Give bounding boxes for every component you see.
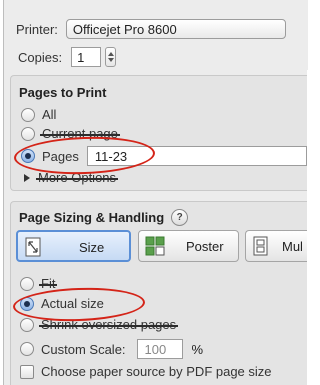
choose-paper-row[interactable]: Choose paper source by PDF page size <box>20 364 272 379</box>
help-icon[interactable]: ? <box>171 209 189 226</box>
copies-value: 1 <box>77 49 85 65</box>
size-icon <box>25 237 41 257</box>
poster-mode-button[interactable]: Poster <box>138 230 239 262</box>
radio-all[interactable] <box>21 107 35 122</box>
radio-current-page[interactable] <box>21 126 35 141</box>
printer-label: Printer: <box>16 21 58 37</box>
multiple-icon <box>253 236 268 256</box>
size-mode-label: Size <box>79 240 105 255</box>
dialog-header: Printer: Officejet Pro 8600 Copies: 1 <box>4 0 308 70</box>
radio-pages[interactable] <box>21 149 35 163</box>
disclosure-triangle-icon[interactable] <box>24 173 30 182</box>
radio-actual-size-label: Actual size <box>41 296 104 311</box>
more-options-label: More Options <box>35 170 119 185</box>
radio-shrink-row[interactable]: Shrink oversized pages <box>20 317 179 332</box>
choose-paper-label: Choose paper source by PDF page size <box>41 364 272 379</box>
custom-scale-value: 100 <box>144 341 167 357</box>
radio-current-page-label: Current page <box>40 126 120 141</box>
radio-shrink-label: Shrink oversized pages <box>38 317 179 332</box>
multiple-mode-label: Mul <box>282 239 303 254</box>
copies-label: Copies: <box>18 49 63 65</box>
radio-all-row[interactable]: All <box>21 107 56 122</box>
radio-actual-row[interactable]: Actual size <box>20 296 104 311</box>
page-sizing-title: Page Sizing & Handling <box>19 210 165 225</box>
printer-row: Printer: Officejet Pro 8600 <box>16 19 286 39</box>
more-options-row[interactable]: More Options <box>24 170 119 185</box>
radio-actual-size[interactable] <box>20 296 34 311</box>
pages-to-print-title: Pages to Print <box>19 85 107 100</box>
poster-icon <box>145 236 165 256</box>
radio-pages-row[interactable]: Pages 11-23 <box>21 146 307 166</box>
copies-stepper[interactable] <box>105 47 117 67</box>
choose-paper-checkbox[interactable] <box>20 364 34 379</box>
copies-field[interactable]: 1 <box>71 47 102 67</box>
radio-custom-scale-label: Custom Scale: <box>41 341 126 357</box>
radio-custom-row[interactable]: Custom Scale: 100 % <box>20 339 203 359</box>
radio-custom-scale[interactable] <box>20 342 34 356</box>
radio-all-label: All <box>42 107 57 122</box>
pages-range-input[interactable]: 11-23 <box>86 146 307 166</box>
custom-scale-input[interactable]: 100 <box>136 339 183 359</box>
size-mode-button[interactable]: Size <box>16 230 131 262</box>
pages-to-print-box: Pages to Print All Current page Pages 11… <box>10 75 307 191</box>
percent-label: % <box>191 341 204 357</box>
radio-pages-label: Pages <box>42 148 79 164</box>
page-sizing-header: Page Sizing & Handling ? <box>19 209 189 226</box>
copies-row: Copies: 1 <box>18 47 117 67</box>
poster-mode-label: Poster <box>186 239 224 254</box>
radio-shrink[interactable] <box>20 317 34 332</box>
printer-value: Officejet Pro 8600 <box>72 21 177 37</box>
pages-range-value: 11-23 <box>94 148 128 164</box>
printer-popup[interactable]: Officejet Pro 8600 <box>65 19 286 39</box>
radio-fit-label: Fit <box>38 276 58 291</box>
radio-fit[interactable] <box>20 276 34 291</box>
radio-fit-row[interactable]: Fit <box>20 276 58 291</box>
radio-current-row[interactable]: Current page <box>21 126 120 141</box>
multiple-mode-button[interactable]: Mul <box>245 230 307 262</box>
